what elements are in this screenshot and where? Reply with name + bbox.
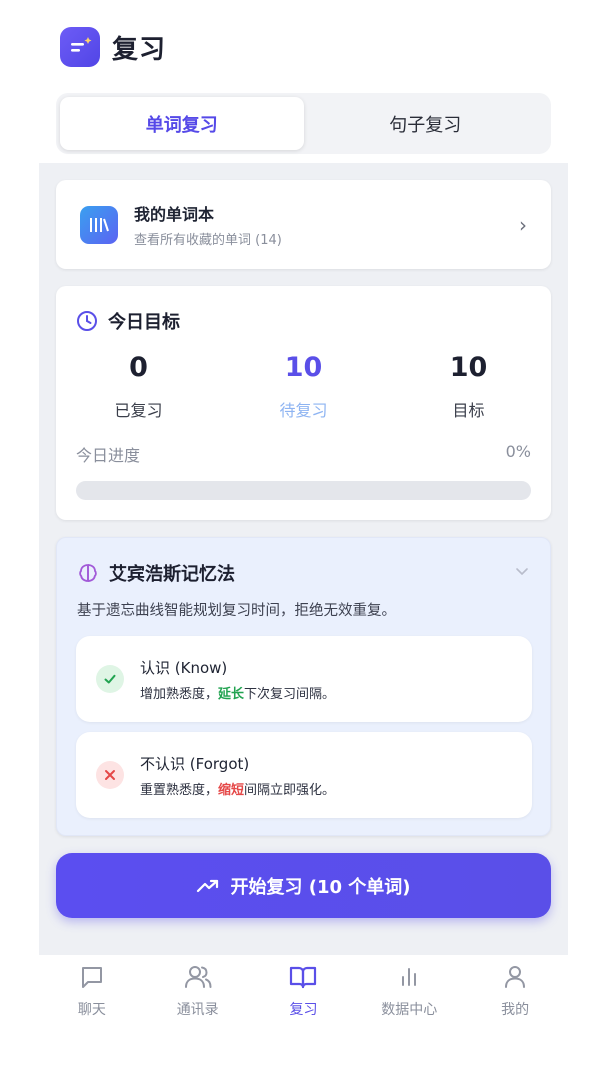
page-title: 复习 [112,34,167,65]
progress-bar [76,481,531,500]
bottom-nav: 聊天 通讯录 复习 数据中心 我的 [39,955,568,1035]
stat-reviewed-value: 0 [129,352,148,383]
ebbinghaus-description: 基于遗忘曲线智能规划复习时间，拒绝无效重复。 [77,603,396,619]
forgot-desc-highlight: 缩短 [218,783,245,798]
know-desc-suffix: 下次复习间隔。 [244,687,336,702]
review-app-icon [60,27,100,67]
stat-pending-value: 10 [284,352,323,383]
stat-target-value: 10 [449,352,488,383]
stats-icon [402,968,417,986]
chevron-down-icon[interactable] [514,562,530,581]
nav-review[interactable]: 复习 [251,955,357,1035]
ebbinghaus-title: 艾宾浩斯记忆法 [109,564,235,585]
daily-goal-header: 今日目标 [76,308,180,334]
ebbinghaus-card: 艾宾浩斯记忆法 基于遗忘曲线智能规划复习时间，拒绝无效重复。 认识 (Know)… [56,537,551,836]
profile-icon [505,966,526,988]
vocab-book-text: 我的单词本 查看所有收藏的单词 (14) [134,201,519,248]
progress-label: 今日进度 [76,446,141,465]
tab-sentence-review[interactable]: 句子复习 [304,97,548,150]
know-desc-highlight: 延长 [218,687,245,702]
start-review-label: 开始复习 (10 个单词) [230,876,411,898]
nav-contacts[interactable]: 通讯录 [145,955,251,1035]
page-header: 复习 [60,27,166,67]
stat-target: 10 目标 [386,352,551,421]
check-icon [96,665,124,693]
forgot-rule-desc: 重置熟悉度，缩短间隔立即强化。 [140,779,335,798]
progress-percent: 0% [505,442,531,461]
stat-reviewed: 0 已复习 [56,352,221,421]
chevron-right-icon: › [519,212,527,237]
progress-row: 今日进度 0% [76,442,531,466]
review-mode-tabs: 单词复习 句子复习 [56,93,551,154]
nav-review-label: 复习 [289,1002,318,1018]
forgot-desc-prefix: 重置熟悉度， [140,783,219,798]
vocab-book-title: 我的单词本 [134,205,215,224]
nav-data-center[interactable]: 数据中心 [356,955,462,1035]
know-desc-prefix: 增加熟悉度， [140,687,219,702]
book-icon [290,966,317,989]
forgot-rule-title: 不认识 (Forgot) [140,755,250,773]
nav-profile[interactable]: 我的 [462,955,568,1035]
chat-icon [81,967,102,988]
nav-chat-label: 聊天 [77,1002,106,1018]
vocab-book-card[interactable]: 我的单词本 查看所有收藏的单词 (14) › [56,180,551,269]
stat-reviewed-label: 已复习 [114,401,163,420]
contacts-icon [184,966,212,988]
daily-goal-stats: 0 已复习 10 待复习 10 目标 [56,352,551,421]
nav-contacts-label: 通讯录 [176,1002,219,1018]
ebbinghaus-header: 艾宾浩斯记忆法 [77,560,235,586]
forgot-rule-card: 不认识 (Forgot) 重置熟悉度，缩短间隔立即强化。 [76,732,532,818]
trending-up-icon [197,879,219,892]
vocab-book-subtitle: 查看所有收藏的单词 (14) [134,233,282,248]
nav-data-center-label: 数据中心 [381,1002,438,1018]
know-rule-title: 认识 (Know) [140,659,228,677]
stat-pending: 10 待复习 [221,352,386,421]
stat-target-label: 目标 [452,401,485,420]
library-icon [80,205,118,244]
close-icon [96,761,124,789]
know-rule-desc: 增加熟悉度，延长下次复习间隔。 [140,683,335,702]
forgot-desc-suffix: 间隔立即强化。 [244,783,336,798]
clock-icon [77,311,97,331]
brain-icon [79,564,97,582]
know-rule-card: 认识 (Know) 增加熟悉度，延长下次复习间隔。 [76,636,532,722]
tab-word-review[interactable]: 单词复习 [60,97,304,150]
stat-pending-label: 待复习 [279,401,328,420]
nav-chat[interactable]: 聊天 [39,955,145,1035]
daily-goal-card: 今日目标 0 已复习 10 待复习 10 目标 今日进度 0% [56,286,551,520]
review-page: 复习 单词复习 句子复习 我的单词本 查看所有收藏的单词 (14) › 今日目标… [0,0,607,1080]
start-review-button[interactable]: 开始复习 (10 个单词) [56,853,551,918]
daily-goal-title: 今日目标 [108,312,180,333]
nav-profile-label: 我的 [501,1002,530,1018]
